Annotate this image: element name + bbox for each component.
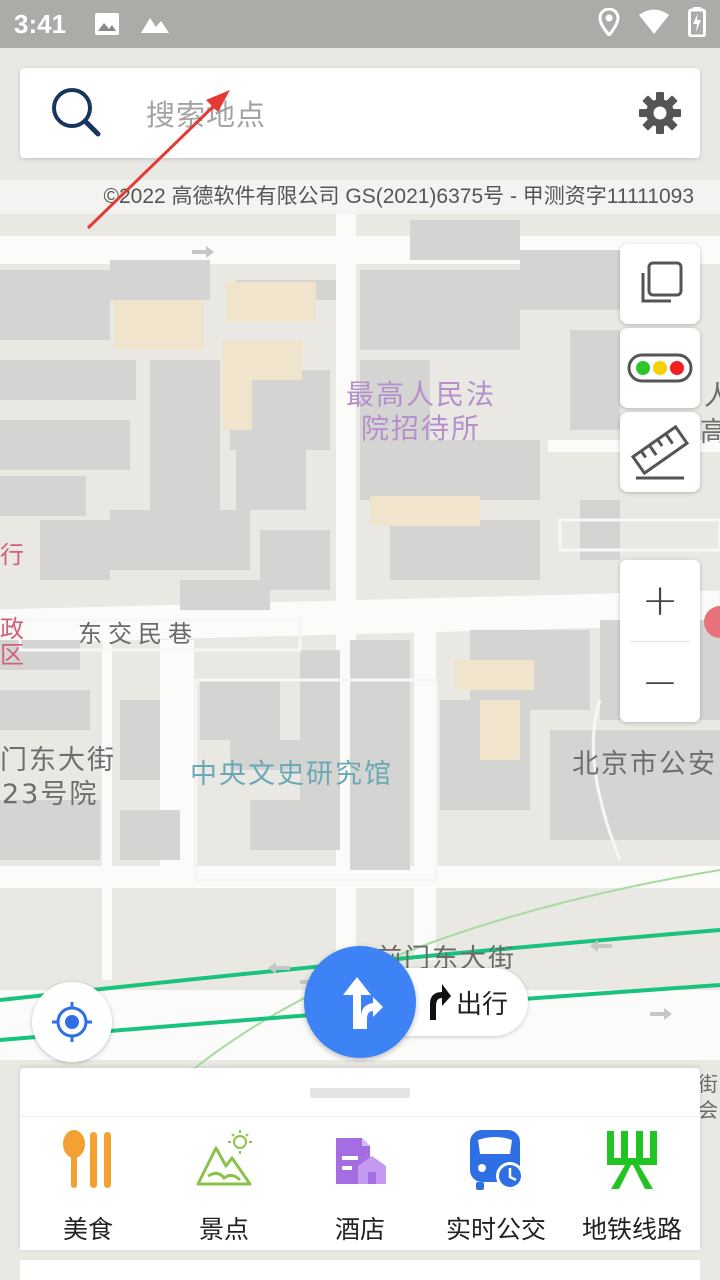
layers-button[interactable] — [620, 244, 700, 324]
battery-charging-icon — [688, 7, 706, 41]
category-bus[interactable]: 实时公交 — [428, 1124, 564, 1246]
traffic-light-icon — [627, 353, 693, 383]
map-label-edge-left-2-line2: 区 — [0, 641, 26, 669]
map-label-culture-hall[interactable]: 中央文史研究馆 — [190, 752, 393, 791]
category-food-label: 美食 — [62, 1215, 113, 1244]
ruler-button[interactable] — [620, 412, 700, 492]
food-icon — [53, 1128, 123, 1192]
zoom-control: + − — [620, 560, 700, 722]
search-bar[interactable]: 搜索地点 — [20, 68, 700, 158]
map-label-beijing-city[interactable]: 北京市公安 — [572, 748, 717, 782]
map-label-west-street[interactable]: 门东大街 23号院 — [0, 744, 116, 812]
zoom-out-button[interactable]: − — [620, 642, 700, 723]
image-icon — [94, 12, 120, 36]
wifi-icon — [638, 9, 670, 39]
map-label-edge-left-2: 政 区 — [0, 616, 26, 668]
category-food[interactable]: 美食 — [20, 1124, 156, 1246]
category-hotel-label: 酒店 — [334, 1215, 385, 1244]
scenic-spot-icon — [189, 1128, 259, 1192]
category-subway-label: 地铁线路 — [581, 1215, 682, 1244]
category-scenic-label: 景点 — [198, 1215, 249, 1244]
map-label-court-hotel-line1: 最高人民法 — [346, 378, 497, 411]
bus-icon — [461, 1128, 531, 1192]
map-label-edge-right-4: 会 — [698, 1098, 720, 1122]
layers-icon — [641, 261, 683, 303]
map-label-edge-right-2: 高 — [700, 417, 720, 448]
map-label-dongjiao-lane: 东交民巷 — [78, 620, 198, 648]
category-row: 美食 景点 酒店 实时公交 地铁线路 — [20, 1124, 700, 1246]
map-label-edge-right-1: 人 — [704, 381, 720, 412]
category-hotel[interactable]: 酒店 — [292, 1124, 428, 1246]
subway-icon — [597, 1128, 667, 1192]
map-label-edge-left-1: 行 — [0, 541, 26, 569]
map-copyright: ©2022 高德软件有限公司 GS(2021)6375号 - 甲测资字11111… — [0, 180, 720, 214]
hotel-icon — [325, 1128, 395, 1192]
search-icon[interactable] — [50, 86, 104, 140]
map-label-edge-right-3: 街 — [698, 1072, 720, 1096]
location-icon — [598, 7, 620, 40]
traffic-button[interactable] — [620, 328, 700, 408]
route-fork-icon — [343, 977, 383, 1029]
bottom-strip — [20, 1260, 700, 1280]
category-bus-label: 实时公交 — [445, 1215, 546, 1244]
status-time: 3:41 — [14, 8, 67, 39]
map-label-west-street-line1: 门东大街 — [0, 745, 116, 776]
route-button[interactable] — [304, 946, 416, 1058]
gear-icon[interactable] — [638, 91, 682, 135]
panel-divider — [20, 1116, 700, 1117]
search-input[interactable]: 搜索地点 — [146, 92, 638, 134]
map-label-edge-left-2-line1: 政 — [0, 615, 26, 643]
crosshair-icon — [52, 1002, 92, 1042]
map-label-west-street-line2: 23号院 — [2, 779, 99, 810]
category-subway[interactable]: 地铁线路 — [564, 1124, 700, 1246]
bottom-panel: 美食 景点 酒店 实时公交 地铁线路 — [20, 1068, 700, 1250]
travel-label: 出行 — [456, 989, 509, 1020]
zoom-in-button[interactable]: + — [620, 560, 700, 641]
ruler-icon — [630, 424, 690, 480]
landscape-icon — [140, 14, 170, 34]
map-label-court-hotel-line2: 院招待所 — [361, 412, 482, 445]
drag-handle[interactable] — [310, 1088, 410, 1098]
status-bar: 3:41 — [0, 0, 720, 48]
my-location-button[interactable] — [32, 982, 112, 1062]
route-arrow-icon — [430, 984, 451, 1020]
category-scenic[interactable]: 景点 — [156, 1124, 292, 1246]
map-label-court-hotel[interactable]: 最高人民法 院招待所 — [346, 378, 496, 446]
